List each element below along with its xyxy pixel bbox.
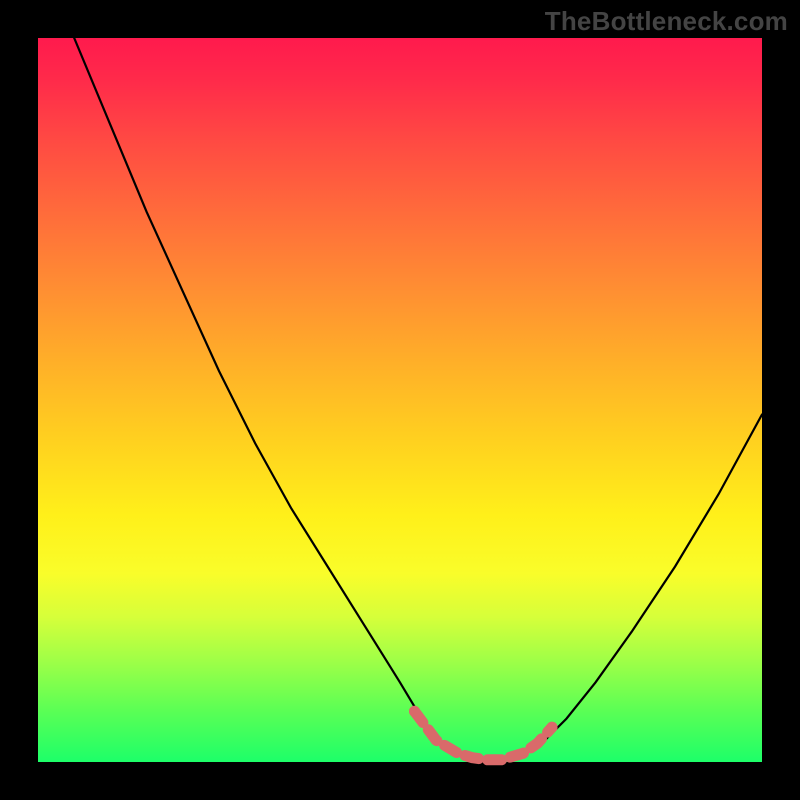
chart-frame: TheBottleneck.com (0, 0, 800, 800)
bottleneck-curve (74, 38, 762, 761)
chart-svg (38, 38, 762, 762)
optimal-zone-marker (409, 706, 558, 760)
plot-area (38, 38, 762, 762)
watermark-text: TheBottleneck.com (545, 6, 788, 37)
